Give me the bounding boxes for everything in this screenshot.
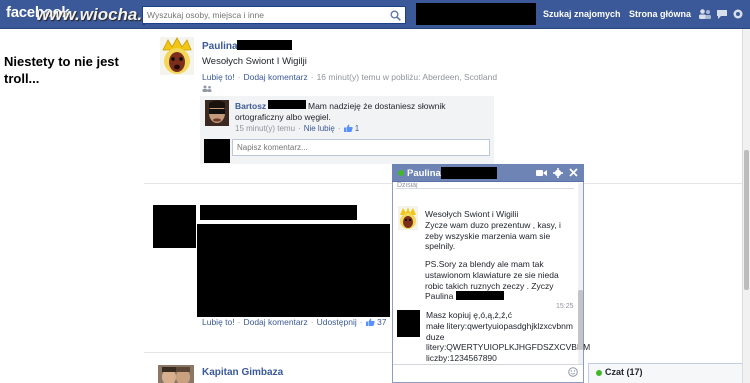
redacted-image [197,224,390,317]
page-scroll-thumb[interactable] [744,150,749,290]
home-link[interactable]: Strona główna [629,9,691,19]
redacted-surname [456,291,504,300]
comment-link[interactable]: Dodaj komentarz [243,317,307,327]
comment-like-count[interactable]: 1 [355,124,359,133]
avatar[interactable] [398,206,418,230]
comment-timestamp[interactable]: 15 minut(y) temu [235,124,295,133]
post-text: Wesołych Swiont I Wigilji [202,56,307,67]
post-author[interactable]: Paulina [202,41,238,52]
chat-contact-name[interactable]: Paulina [407,168,441,179]
search-box[interactable] [142,6,406,24]
comment-input[interactable] [237,142,477,153]
chat-scroll-thumb[interactable] [578,290,583,350]
comment-author[interactable]: Bartosz [235,101,266,111]
online-indicator [398,170,404,176]
watermark: www.wiocha.pl [36,5,158,24]
share-link[interactable]: Udostępnij [317,317,357,327]
search-input[interactable] [147,9,383,21]
notifications-icon[interactable] [732,8,744,20]
redacted-avatar [153,205,196,248]
chat-count-label[interactable]: Czat (17) [605,367,643,377]
find-friends-link[interactable]: Szukaj znajomych [543,9,621,19]
post-like-count[interactable]: 37 [377,317,386,327]
gear-icon[interactable] [553,168,563,178]
like-link[interactable]: Lubię to! [202,317,235,327]
avatar[interactable] [160,37,194,75]
close-icon[interactable] [569,168,578,177]
video-call-icon[interactable] [536,169,547,177]
post-author[interactable]: Kapitan Gimbaza [202,367,283,378]
thumbs-up-icon [365,318,375,326]
chat-input[interactable] [397,368,567,379]
divider [396,188,574,189]
thumbs-up-icon [343,124,353,132]
post-actions: Lubię to! · Dodaj komentarz · 16 minut(y) te… [202,72,498,82]
post-actions: Lubię to! · Dodaj komentarz · Udostępnij · 37 [202,317,387,327]
redacted-author [200,205,357,220]
redacted-surname [441,167,497,179]
search-icon[interactable] [390,10,401,21]
redacted-avatar [204,139,230,163]
audience-icon[interactable] [202,85,212,92]
comment-link[interactable]: Dodaj komentarz [243,72,307,82]
unlike-link[interactable]: Nie lubię [304,124,335,133]
redacted-surname [268,100,306,109]
friend-requests-icon[interactable] [698,8,712,20]
divider [144,352,394,353]
redacted-surname [237,40,292,50]
post-timestamp[interactable]: 16 minut(y) temu w pobliżu: Aberdeen, Sc… [317,72,498,82]
emoji-icon[interactable] [568,367,578,377]
chat-timestamp: 15:25 [556,303,574,310]
chat-message: Wesołych Swiont i Wigilii Zycze wam duzo… [425,209,561,252]
comment-box[interactable] [232,139,490,156]
online-indicator [596,370,602,376]
like-link[interactable]: Lubię to! [202,72,235,82]
avatar[interactable] [205,100,229,126]
caption-text: Niestety to nie jest troll... [4,54,119,86]
redacted-profile [416,3,536,25]
messages-icon[interactable] [716,8,728,20]
chat-input-box[interactable] [393,364,583,382]
chat-message: Masz kopiuj ę,ó,ą,ż,ź,ć małe litery:qwer… [426,310,591,364]
comment-meta: 15 minut(y) temu · Nie lubię · 1 [235,124,360,133]
redacted-avatar [397,310,420,337]
avatar[interactable] [158,365,194,383]
